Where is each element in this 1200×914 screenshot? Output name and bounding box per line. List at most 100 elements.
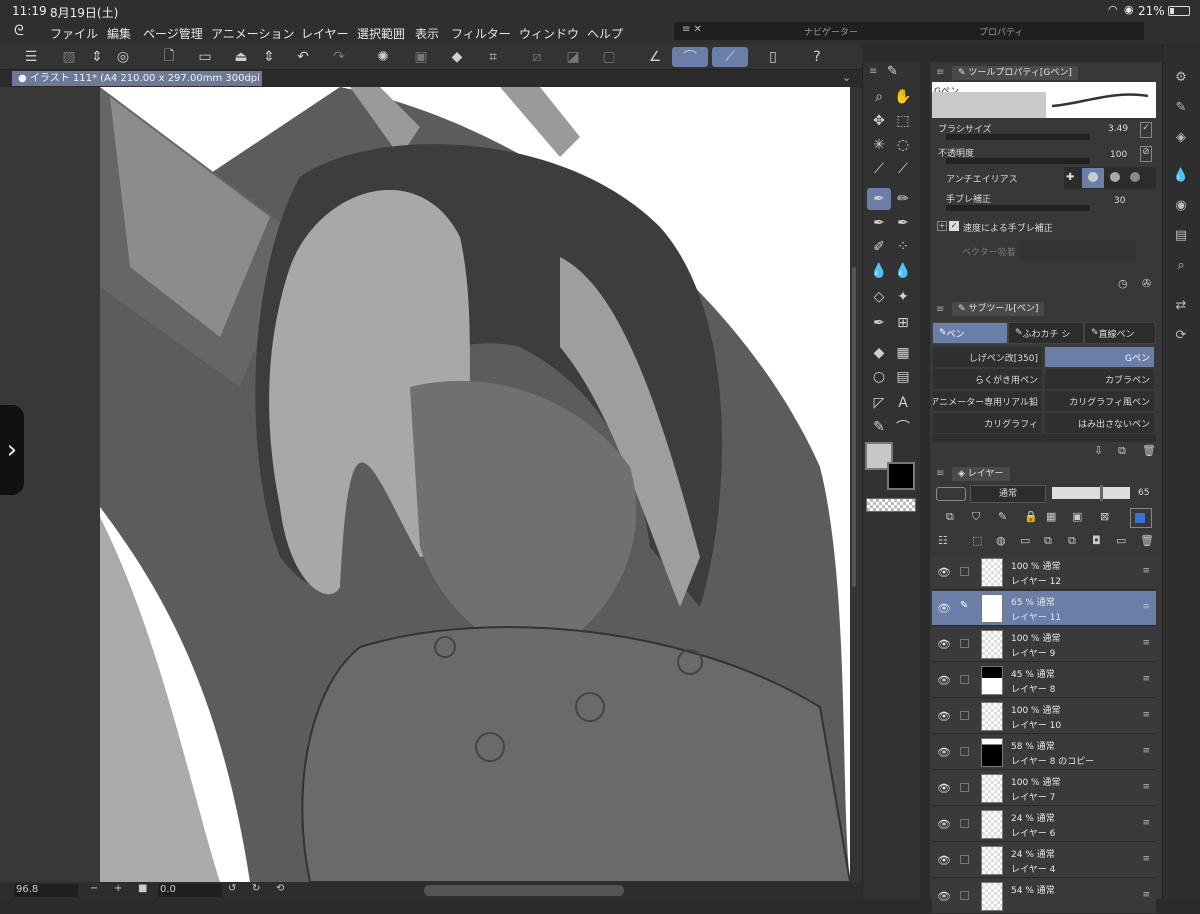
airbrush-icon[interactable]: ✐ — [867, 236, 891, 258]
object-tool-icon[interactable]: ⬚ — [891, 110, 915, 132]
layer-opacity-slider[interactable] — [1052, 485, 1130, 501]
stabilization-slider[interactable] — [946, 205, 1090, 211]
blend-tool-icon[interactable]: 💧 — [867, 260, 891, 282]
lasso-icon[interactable]: ◌ — [891, 134, 915, 156]
menu-edit[interactable]: 編集 — [107, 25, 131, 42]
new-raster-layer-icon[interactable]: ⬚ — [972, 534, 982, 547]
sub-color-swatch[interactable] — [887, 462, 915, 490]
gradient-icon[interactable]: ▦ — [891, 342, 915, 364]
zoom-out-button[interactable]: − — [90, 883, 98, 894]
subtool-group-pen[interactable]: ✎ ペン — [932, 322, 1008, 344]
layer-checkbox[interactable] — [960, 783, 969, 792]
brush-size-value[interactable]: 3.49 — [1108, 124, 1128, 134]
grid-tool-icon[interactable]: ⊞ — [891, 312, 915, 334]
reference-icon[interactable]: ⛉ — [972, 510, 980, 524]
subtool-item[interactable]: はみ出さないペン — [1044, 412, 1155, 434]
canvas-scrollbar-horizontal[interactable] — [424, 885, 624, 896]
eye-icon[interactable]: 👁 — [937, 710, 951, 723]
mask-icon[interactable]: ▣ — [1072, 510, 1082, 523]
fill-icon[interactable]: ◆ — [446, 47, 468, 67]
magic-wand-icon[interactable]: ✳ — [867, 134, 891, 156]
mask-off-icon[interactable]: ⊠ — [1100, 510, 1109, 523]
subtool-item[interactable]: カブラペン — [1044, 368, 1155, 390]
shape-tool-icon[interactable]: ○ — [867, 366, 891, 388]
tool-property-tab[interactable]: ✎ ツールプロパティ[Gペン] — [952, 66, 1078, 80]
add-mask-icon[interactable]: ◘ — [1092, 534, 1101, 547]
eye-icon[interactable]: 👁 — [937, 638, 951, 651]
wrench-icon[interactable]: ✇ — [1142, 277, 1151, 290]
layer-menu-icon[interactable]: ≡ — [1142, 638, 1150, 648]
stabilization-value[interactable]: 30 — [1114, 196, 1125, 206]
fit-icon[interactable]: ■ — [138, 883, 147, 894]
eye-icon[interactable]: 👁 — [937, 782, 951, 795]
layer-row[interactable]: 👁 24 % 通常 レイヤー 4 ≡ — [932, 843, 1156, 878]
eye-icon[interactable]: 👁 — [937, 890, 951, 903]
layer-row[interactable]: 👁 100 % 通常 レイヤー 12 ≡ — [932, 555, 1156, 590]
delete-layer-icon[interactable]: 🗑 — [1140, 534, 1154, 547]
document-tab[interactable]: ● イラスト 111* (A4 210.00 x 297.00mm 300dpi… — [12, 71, 262, 86]
fill-bucket-icon[interactable]: ◆ — [867, 342, 891, 364]
zoom-tool-icon[interactable]: ⌕ — [867, 86, 891, 108]
layer-row[interactable]: 👁 ✎ 65 % 通常 レイヤー 11 ≡ — [932, 591, 1156, 626]
layer-row[interactable]: 👁 58 % 通常 レイヤー 8 のコピー ≡ — [932, 735, 1156, 770]
eye-icon[interactable]: 👁 — [937, 674, 951, 687]
palette-menu-icon[interactable]: ≡ — [869, 66, 877, 77]
blend-mode-select[interactable]: 通常 — [970, 485, 1046, 503]
text-tool-icon[interactable]: A — [891, 392, 915, 414]
opacity-value[interactable]: 100 — [1110, 150, 1127, 160]
sparkle-icon[interactable]: ✦ — [891, 286, 915, 308]
menu-layer[interactable]: レイヤー — [301, 25, 349, 42]
draft-icon[interactable]: ✎ — [998, 510, 1007, 523]
search-icon[interactable]: ⌕ — [1170, 254, 1192, 276]
subtool-tab[interactable]: ✎ サブツール[ペン] — [952, 302, 1045, 316]
subtool-group-line[interactable]: ✎ 直線ペン — [1084, 322, 1156, 344]
pencil-tool-icon[interactable]: ✏ — [891, 188, 915, 210]
subtool-item[interactable]: アニメーター専用リアル鉛 — [932, 390, 1043, 412]
layer-checkbox[interactable] — [960, 819, 969, 828]
layer-tab[interactable]: ◈ レイヤー — [952, 467, 1010, 481]
help-icon[interactable]: ? — [806, 47, 828, 67]
eye-icon[interactable]: 👁 — [937, 746, 951, 759]
balloon-icon[interactable]: ⌒ — [891, 416, 915, 438]
clock-icon[interactable]: ◷ — [1118, 277, 1128, 290]
clip-icon[interactable]: ⧉ — [946, 510, 954, 524]
subtool-item[interactable]: らくがき用ペン — [932, 368, 1043, 390]
material-icon[interactable]: ▤ — [1170, 224, 1192, 246]
layer-color-selector[interactable] — [936, 487, 966, 501]
lock-transparent-icon[interactable]: ▦ — [1046, 510, 1056, 523]
blend-alt-icon[interactable]: 💧 — [891, 260, 915, 282]
layer-menu-icon[interactable]: ≡ — [1142, 854, 1150, 864]
layer-color-icon[interactable] — [1130, 508, 1152, 528]
open-folder-icon[interactable]: ▭ — [194, 47, 216, 67]
eyedropper-alt-icon[interactable]: ⟋ — [891, 158, 915, 180]
panel-menu-icon[interactable]: ≡ — [936, 67, 944, 78]
layer-row[interactable]: 👁 24 % 通常 レイヤー 6 ≡ — [932, 807, 1156, 842]
layer-menu-icon[interactable]: ≡ — [1142, 746, 1150, 756]
layer-menu-icon[interactable]: ≡ — [1142, 602, 1150, 612]
expand-panel-icon[interactable]: › — [0, 405, 24, 495]
save-icon[interactable]: ⏏ — [230, 47, 252, 67]
layer-checkbox[interactable] — [960, 675, 969, 684]
layer-opacity-value[interactable]: 65 — [1138, 488, 1149, 498]
rotate-left-icon[interactable]: ↺ — [228, 883, 236, 894]
layer-menu-icon[interactable]: ≡ — [1142, 782, 1150, 792]
eye-icon[interactable]: 👁 — [937, 854, 951, 867]
layers-icon[interactable]: ◈ — [1170, 126, 1192, 148]
menu-page[interactable]: ページ管理 — [143, 25, 203, 42]
menu-animation[interactable]: アニメーション — [211, 25, 295, 42]
menu-icon[interactable]: ☰ — [20, 47, 42, 67]
layer-list-icon[interactable]: ☷ — [938, 534, 948, 547]
panel-menu-icon[interactable]: ≡ — [936, 468, 944, 479]
eyedropper-icon[interactable]: ⟋ — [867, 158, 891, 180]
new-folder-icon[interactable]: ▭ — [1020, 534, 1030, 547]
aa-medium-icon[interactable] — [1110, 172, 1120, 182]
transform-icon[interactable]: ⌗ — [482, 47, 504, 67]
subtool-item[interactable]: しげペン改[350] — [932, 346, 1043, 368]
aa-off-icon[interactable]: ✚ — [1066, 172, 1074, 183]
spray-icon[interactable]: ⁘ — [891, 236, 915, 258]
frame-tool-icon[interactable]: ▤ — [891, 366, 915, 388]
smartphone-icon[interactable]: ▯ — [762, 47, 784, 67]
brush-settings-icon[interactable]: ✎ — [1170, 96, 1192, 118]
layer-row[interactable]: 👁 100 % 通常 レイヤー 10 ≡ — [932, 699, 1156, 734]
layer-menu-icon[interactable]: ≡ — [1142, 710, 1150, 720]
